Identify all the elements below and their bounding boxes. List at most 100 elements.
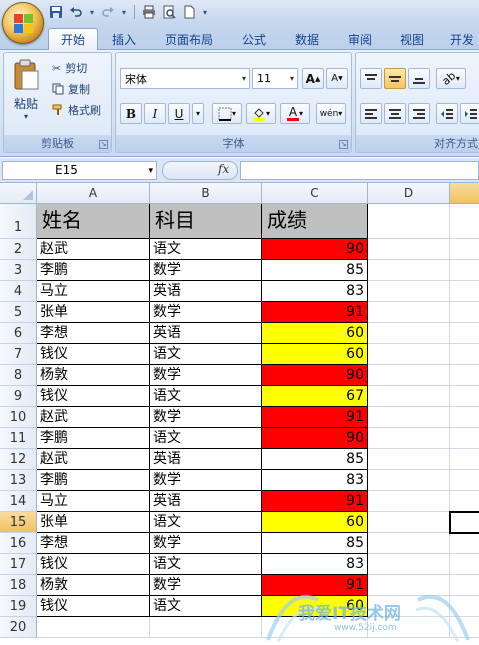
empty-cell[interactable] bbox=[450, 491, 479, 512]
name-cell[interactable]: 杨敦 bbox=[37, 575, 150, 596]
increase-indent-button[interactable] bbox=[460, 103, 479, 124]
undo-icon[interactable] bbox=[68, 4, 84, 20]
empty-cell[interactable] bbox=[368, 204, 450, 239]
name-cell[interactable]: 赵武 bbox=[37, 239, 150, 260]
row-header[interactable]: 15 bbox=[0, 512, 37, 533]
subject-cell[interactable]: 数学 bbox=[150, 302, 262, 323]
name-cell[interactable]: 钱仪 bbox=[37, 554, 150, 575]
customize-dropdown-icon[interactable]: ▾ bbox=[201, 4, 209, 20]
empty-cell[interactable] bbox=[450, 596, 479, 617]
empty-cell[interactable] bbox=[368, 512, 450, 533]
print-preview-icon[interactable] bbox=[161, 4, 177, 20]
column-header-b[interactable]: B bbox=[150, 183, 262, 204]
insert-function-button[interactable]: fx bbox=[218, 162, 229, 176]
format-painter-button[interactable]: 格式刷 bbox=[52, 101, 101, 119]
empty-cell[interactable] bbox=[37, 617, 150, 638]
row-header[interactable]: 16 bbox=[0, 533, 37, 554]
fill-color-button[interactable]: ▾ bbox=[246, 103, 276, 124]
font-name-combo[interactable]: 宋体 ▾ bbox=[120, 68, 250, 89]
name-cell[interactable]: 马立 bbox=[37, 491, 150, 512]
empty-cell[interactable] bbox=[368, 344, 450, 365]
empty-cell[interactable] bbox=[450, 344, 479, 365]
column-header-a[interactable]: A bbox=[37, 183, 150, 204]
row-header[interactable]: 11 bbox=[0, 428, 37, 449]
cut-button[interactable]: ✂ 剪切 bbox=[52, 59, 87, 77]
undo-dropdown-icon[interactable]: ▾ bbox=[88, 4, 96, 20]
tab-data[interactable]: 数据 bbox=[285, 28, 329, 50]
subject-cell[interactable]: 语文 bbox=[150, 239, 262, 260]
subject-cell[interactable]: 英语 bbox=[150, 491, 262, 512]
empty-cell[interactable] bbox=[368, 323, 450, 344]
empty-cell[interactable] bbox=[450, 281, 479, 302]
subject-cell[interactable]: 语文 bbox=[150, 344, 262, 365]
decrease-indent-button[interactable] bbox=[436, 103, 458, 124]
borders-button[interactable]: ▾ bbox=[212, 103, 242, 124]
orientation-button[interactable]: ab ▾ bbox=[436, 68, 466, 89]
row-header[interactable]: 17 bbox=[0, 554, 37, 575]
name-cell[interactable]: 张单 bbox=[37, 512, 150, 533]
underline-button[interactable]: U bbox=[168, 103, 190, 124]
align-right-button[interactable] bbox=[408, 103, 430, 124]
formula-input[interactable] bbox=[240, 161, 479, 180]
score-cell[interactable]: 90 bbox=[262, 428, 368, 449]
tab-page-layout[interactable]: 页面布局 bbox=[156, 28, 222, 50]
empty-cell[interactable] bbox=[150, 617, 262, 638]
subject-cell[interactable]: 数学 bbox=[150, 533, 262, 554]
empty-cell[interactable] bbox=[368, 575, 450, 596]
office-button[interactable] bbox=[2, 2, 44, 44]
empty-cell[interactable] bbox=[368, 386, 450, 407]
name-cell[interactable]: 李想 bbox=[37, 533, 150, 554]
header-cell-score[interactable]: 成绩 bbox=[262, 204, 368, 239]
empty-cell[interactable] bbox=[450, 554, 479, 575]
name-cell[interactable]: 张单 bbox=[37, 302, 150, 323]
empty-cell[interactable] bbox=[368, 428, 450, 449]
row-header[interactable]: 18 bbox=[0, 575, 37, 596]
name-cell[interactable]: 钱仪 bbox=[37, 344, 150, 365]
subject-cell[interactable]: 数学 bbox=[150, 575, 262, 596]
empty-cell[interactable] bbox=[450, 365, 479, 386]
subject-cell[interactable]: 语文 bbox=[150, 596, 262, 617]
subject-cell[interactable]: 语文 bbox=[150, 512, 262, 533]
empty-cell[interactable] bbox=[368, 491, 450, 512]
shrink-font-button[interactable]: A ▼ bbox=[326, 68, 348, 89]
align-middle-button[interactable] bbox=[384, 68, 406, 89]
align-left-button[interactable] bbox=[360, 103, 382, 124]
empty-cell[interactable] bbox=[368, 554, 450, 575]
select-all-button[interactable] bbox=[0, 183, 37, 204]
empty-cell[interactable] bbox=[450, 239, 479, 260]
row-header[interactable]: 3 bbox=[0, 260, 37, 281]
subject-cell[interactable]: 数学 bbox=[150, 407, 262, 428]
subject-cell[interactable]: 数学 bbox=[150, 365, 262, 386]
row-header[interactable]: 20 bbox=[0, 617, 37, 638]
subject-cell[interactable]: 语文 bbox=[150, 554, 262, 575]
name-cell[interactable]: 杨敦 bbox=[37, 365, 150, 386]
row-header[interactable]: 2 bbox=[0, 239, 37, 260]
row-header[interactable]: 19 bbox=[0, 596, 37, 617]
score-cell[interactable]: 91 bbox=[262, 491, 368, 512]
name-cell[interactable]: 赵武 bbox=[37, 407, 150, 428]
column-header-d[interactable]: D bbox=[368, 183, 450, 204]
empty-cell[interactable] bbox=[450, 260, 479, 281]
clipboard-launcher-icon[interactable]: ↘ bbox=[99, 140, 108, 149]
phonetic-button[interactable]: wén ▾ bbox=[316, 103, 346, 124]
subject-cell[interactable]: 英语 bbox=[150, 449, 262, 470]
score-cell[interactable]: 60 bbox=[262, 512, 368, 533]
name-cell[interactable]: 钱仪 bbox=[37, 596, 150, 617]
align-bottom-button[interactable] bbox=[408, 68, 430, 89]
save-icon[interactable] bbox=[48, 4, 64, 20]
italic-button[interactable]: I bbox=[144, 103, 166, 124]
row-header[interactable]: 7 bbox=[0, 344, 37, 365]
subject-cell[interactable]: 数学 bbox=[150, 470, 262, 491]
subject-cell[interactable]: 英语 bbox=[150, 281, 262, 302]
name-cell[interactable]: 李鹏 bbox=[37, 428, 150, 449]
tab-view[interactable]: 视图 bbox=[390, 28, 434, 50]
name-cell[interactable]: 赵武 bbox=[37, 449, 150, 470]
tab-review[interactable]: 审阅 bbox=[338, 28, 382, 50]
empty-cell[interactable] bbox=[450, 407, 479, 428]
grow-font-button[interactable]: A ▲ bbox=[302, 68, 324, 89]
empty-cell[interactable] bbox=[450, 533, 479, 554]
empty-cell[interactable] bbox=[450, 323, 479, 344]
row-header[interactable]: 8 bbox=[0, 365, 37, 386]
score-cell[interactable]: 91 bbox=[262, 407, 368, 428]
row-header[interactable]: 6 bbox=[0, 323, 37, 344]
